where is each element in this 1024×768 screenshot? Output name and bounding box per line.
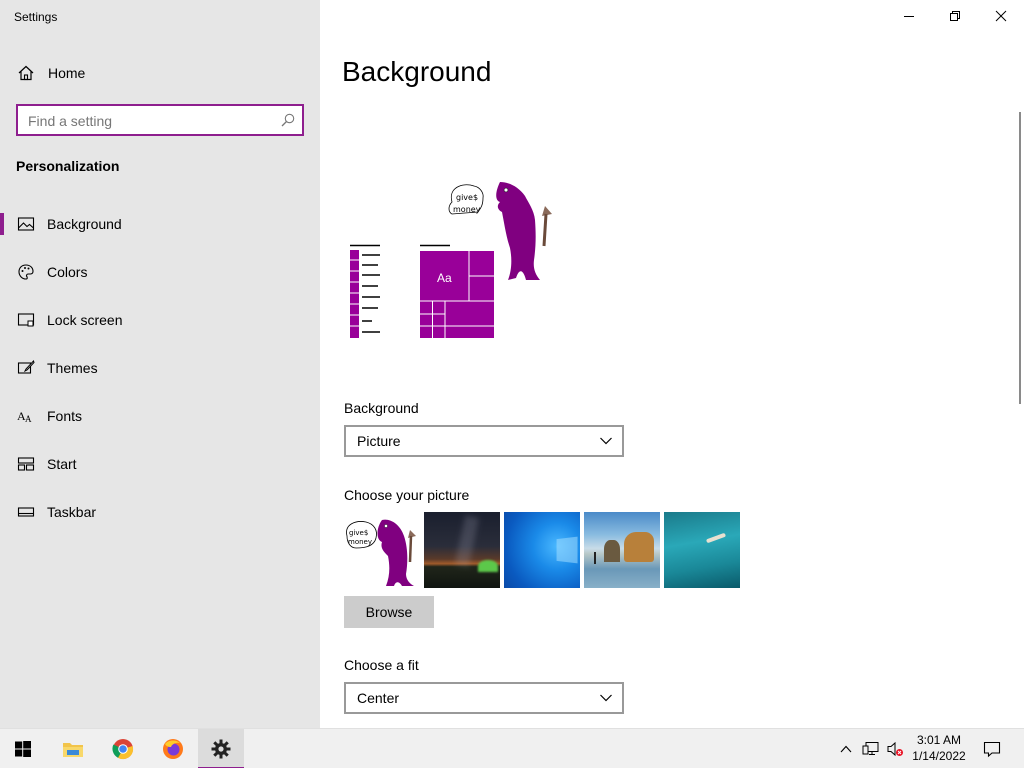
volume-muted-icon <box>887 741 903 757</box>
volume-button[interactable] <box>884 729 906 768</box>
network-icon <box>862 742 879 755</box>
settings-button[interactable] <box>198 729 244 768</box>
svg-text:money: money <box>453 205 481 214</box>
sidebar-nav: Background Colors Lock screen Themes A A… <box>0 200 320 536</box>
sidebar-item-themes[interactable]: Themes <box>0 344 320 392</box>
scrollbar[interactable] <box>1019 112 1021 404</box>
app-title: Settings <box>14 10 58 24</box>
lock-screen-icon <box>17 313 35 327</box>
svg-text:give$: give$ <box>456 193 478 202</box>
restore-button[interactable] <box>932 0 978 32</box>
clock-date: 1/14/2022 <box>912 749 966 763</box>
fit-label: Choose a fit <box>344 657 419 673</box>
notification-icon <box>983 741 1001 758</box>
search-input[interactable] <box>28 112 268 130</box>
sidebar-item-background[interactable]: Background <box>0 200 320 248</box>
page-title: Background <box>342 56 492 87</box>
tile-label: Aa <box>437 271 452 285</box>
network-button[interactable] <box>860 729 882 768</box>
minimize-button[interactable] <box>886 0 932 32</box>
close-button[interactable] <box>978 0 1024 32</box>
chevron-up-icon <box>840 745 852 753</box>
action-center-button[interactable] <box>980 729 1004 768</box>
background-value: Picture <box>357 433 401 449</box>
browse-button[interactable]: Browse <box>344 596 434 628</box>
restore-icon <box>950 11 960 21</box>
settings-gear-icon <box>211 739 231 759</box>
sidebar-item-start[interactable]: Start <box>0 440 320 488</box>
show-hidden-icons-button[interactable] <box>836 729 856 768</box>
palette-icon <box>18 264 34 280</box>
thumbnail-windows-blue[interactable] <box>504 512 580 588</box>
sidebar-item-lock-screen[interactable]: Lock screen <box>0 296 320 344</box>
svg-text:give$: give$ <box>349 529 368 537</box>
sidebar-item-taskbar[interactable]: Taskbar <box>0 488 320 536</box>
chevron-down-icon <box>600 694 612 702</box>
sidebar-item-label: Themes <box>47 360 98 376</box>
firefox-button[interactable] <box>150 729 196 768</box>
search-icon[interactable] <box>280 112 296 128</box>
desktop-preview: Aa give$ money <box>350 182 552 338</box>
sidebar-item-label: Colors <box>47 264 88 280</box>
sidebar-item-label: Background <box>47 216 122 232</box>
chrome-button[interactable] <box>100 729 146 768</box>
thumbnail-purple-creature[interactable]: give$ money <box>344 512 420 588</box>
preview-tiles: Aa <box>420 244 494 338</box>
thumbnail-underwater-swimmer[interactable] <box>664 512 740 588</box>
preview-start-list <box>350 244 380 338</box>
fit-dropdown[interactable]: Center <box>344 682 624 714</box>
clock-time: 3:01 AM <box>916 733 962 747</box>
chrome-icon <box>112 739 134 760</box>
firefox-icon <box>163 739 183 759</box>
choose-picture-label: Choose your picture <box>344 487 470 503</box>
brush-icon <box>17 360 35 374</box>
chevron-down-icon <box>600 437 612 445</box>
svg-text:A: A <box>25 414 32 424</box>
svg-text:money: money <box>348 538 372 546</box>
sidebar-item-home[interactable]: Home <box>0 56 320 90</box>
sidebar-item-label: Fonts <box>47 408 83 424</box>
thumbnail-beach-rocks[interactable] <box>584 512 660 588</box>
sidebar-item-label: Start <box>47 456 77 472</box>
background-label: Background <box>344 400 419 416</box>
background-dropdown[interactable]: Picture <box>344 425 624 457</box>
picture-thumbnails: give$ money <box>344 512 740 588</box>
close-icon <box>995 10 1007 22</box>
fit-value: Center <box>357 690 400 706</box>
home-label: Home <box>48 65 86 81</box>
section-title: Personalization <box>16 158 120 174</box>
taskbar-icon <box>17 507 35 517</box>
search-box[interactable] <box>16 104 304 136</box>
file-explorer-button[interactable] <box>50 729 96 768</box>
home-icon <box>18 65 34 81</box>
picture-icon <box>17 217 35 231</box>
fonts-icon: A A <box>17 409 32 424</box>
sidebar-item-fonts[interactable]: A A Fonts <box>0 392 320 440</box>
minimize-icon <box>904 16 914 17</box>
thumbnail-night-sky-tent[interactable] <box>424 512 500 588</box>
sidebar-item-label: Taskbar <box>47 504 97 520</box>
sidebar-item-label: Lock screen <box>47 312 123 328</box>
start-button[interactable] <box>0 729 46 768</box>
start-tiles-icon <box>17 457 35 471</box>
taskbar: 3:01 AM 1/14/2022 <box>0 728 1024 768</box>
sidebar-item-colors[interactable]: Colors <box>0 248 320 296</box>
sidebar: Settings Home Personalization Background <box>0 0 320 728</box>
file-explorer-icon <box>63 743 83 757</box>
windows-start-icon <box>15 741 31 757</box>
clock[interactable]: 3:01 AM 1/14/2022 <box>904 732 974 764</box>
